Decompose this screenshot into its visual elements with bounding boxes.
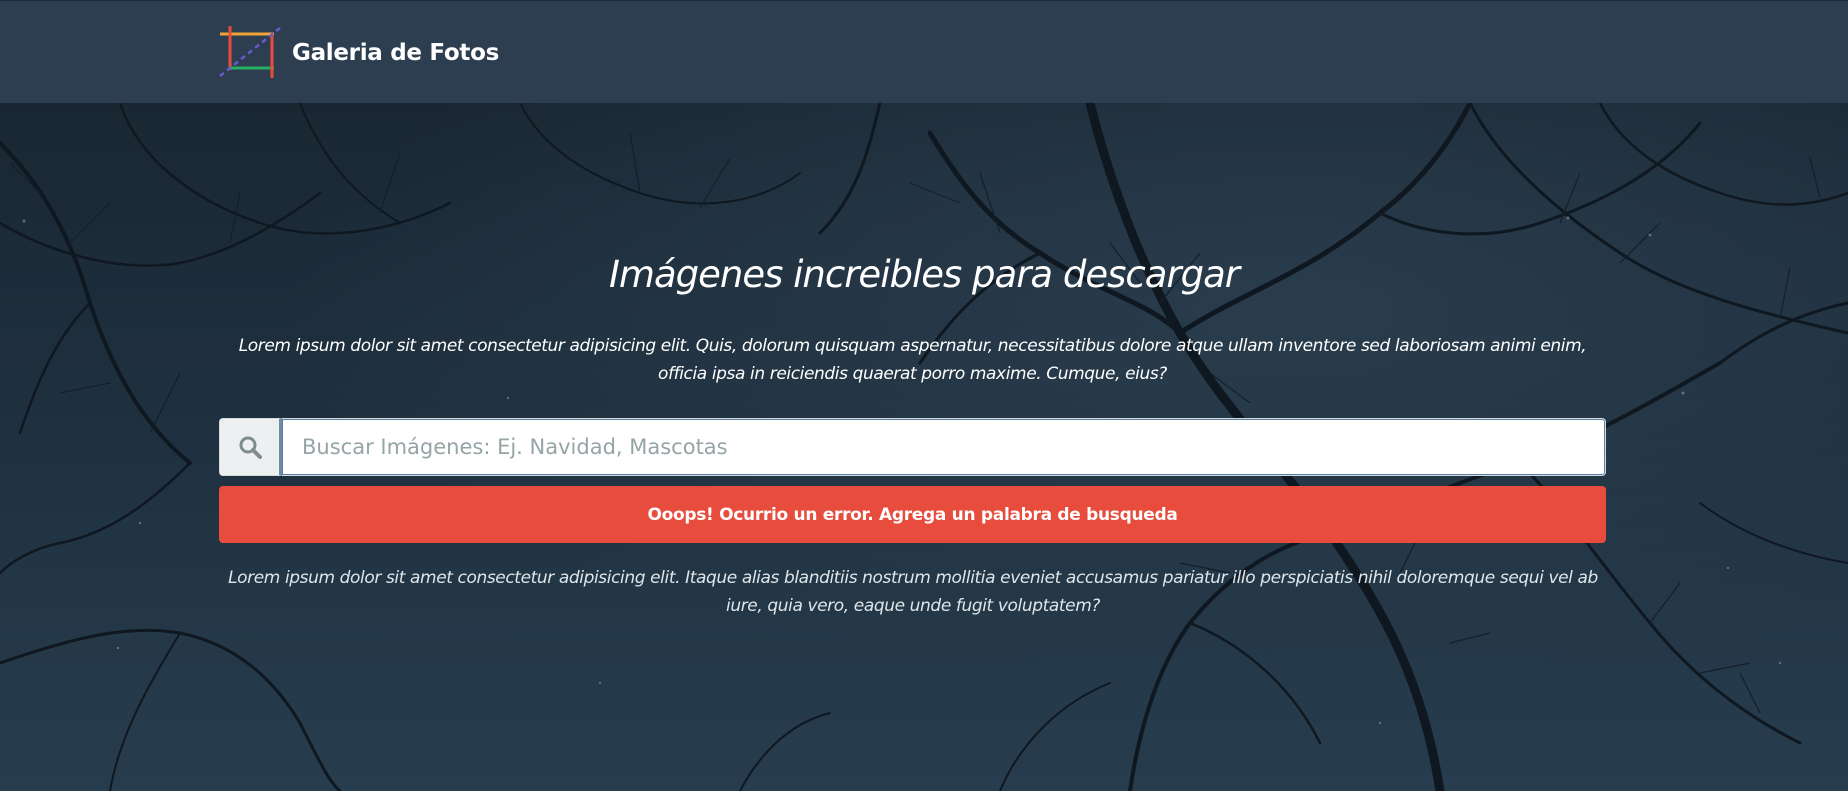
- search-form: [219, 418, 1606, 476]
- search-input[interactable]: [282, 418, 1606, 476]
- hero-section: Imágenes increibles para descargar Lorem…: [0, 103, 1848, 791]
- brand-link[interactable]: Galeria de Fotos: [218, 26, 499, 80]
- crop-frame-logo-icon: [219, 26, 281, 78]
- search-icon: [239, 436, 262, 459]
- error-alert: Ooops! Ocurrio un error. Agrega un palab…: [219, 486, 1606, 543]
- hero-description: Lorem ipsum dolor sit amet consectetur a…: [238, 336, 1587, 384]
- brand-name: Galeria de Fotos: [292, 40, 499, 66]
- search-addon: [219, 418, 282, 476]
- hero-title: Imágenes increibles para descargar: [609, 253, 1240, 296]
- hero-footnote: Lorem ipsum dolor sit amet consectetur a…: [228, 568, 1598, 616]
- navbar: Galeria de Fotos: [0, 0, 1848, 103]
